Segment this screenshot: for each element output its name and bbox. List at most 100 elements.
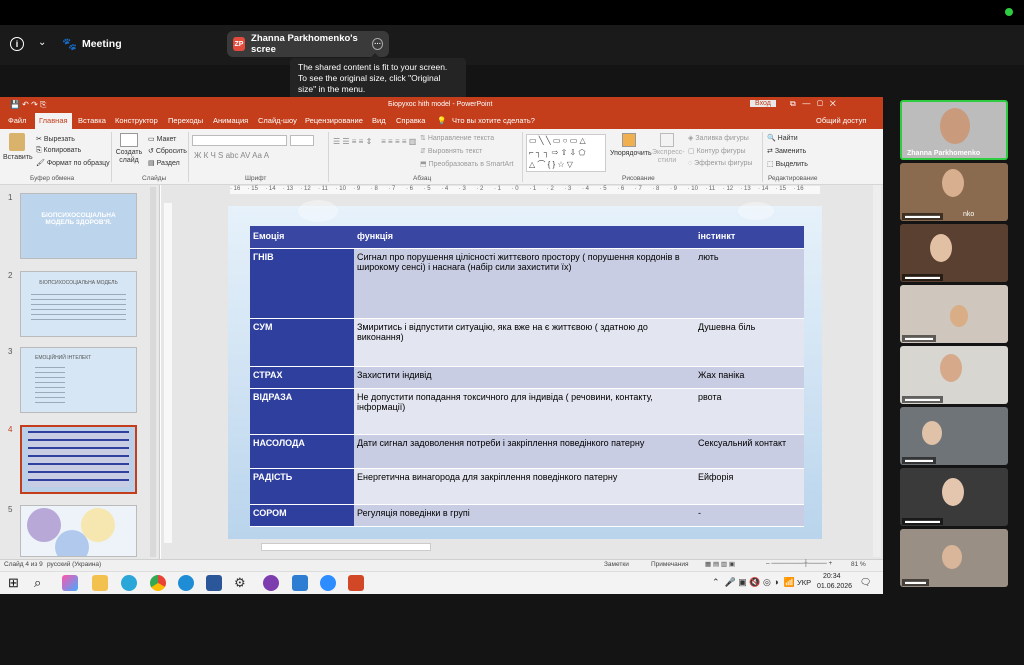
format-painter-button[interactable]: 🖌 Формат по образцу [36, 159, 110, 167]
video-tile[interactable]: ▬▬▬▬ [900, 407, 1008, 465]
tab-insert[interactable]: Вставка [78, 116, 106, 125]
water-drop [738, 202, 774, 220]
font-format-buttons[interactable]: Ж К Ч S abc AV Aa A [194, 151, 269, 160]
participant-name: ▬▬▬ [902, 579, 929, 586]
info-icon[interactable]: i [10, 37, 24, 51]
notifications-icon[interactable]: 🗨 [860, 577, 871, 588]
video-tile[interactable]: ▬▬▬▬▬ [900, 346, 1008, 404]
video-tile[interactable]: ▬▬▬▬ [900, 285, 1008, 343]
paste-button[interactable]: Вставить [3, 133, 33, 161]
section-button[interactable]: ▤ Раздел [148, 159, 180, 167]
clock-time[interactable]: 20:34 [823, 573, 841, 580]
canvas-scrollbar[interactable] [873, 185, 881, 557]
function-cell: Регуляція поведінки в групі [354, 504, 695, 527]
search-icon[interactable]: ⌕ [34, 575, 50, 591]
shape-outline-button[interactable]: ▢ Контур фигуры [688, 147, 746, 155]
cut-button[interactable]: ✂ Вырезать [36, 135, 75, 143]
emotion-cell: СУМ [250, 318, 354, 367]
slide-thumb-1[interactable]: БІОПСИХОСОЦІАЛЬНА МОДЕЛЬ ЗДОРОВ'Я. [20, 193, 137, 259]
zoom-level[interactable]: 81 % [851, 561, 866, 568]
tab-transitions[interactable]: Переходы [168, 116, 203, 125]
share-indicator[interactable]: ZP Zhanna Parkhomenko's scree ··· [227, 31, 389, 57]
file-explorer-icon[interactable] [92, 575, 108, 591]
horizontal-scrollbar[interactable] [261, 543, 431, 551]
more-icon[interactable]: ··· [372, 38, 383, 50]
paragraph-buttons[interactable]: ☰ ☰ ≡ ≡ ⇕ ≡ ≡ ≡ ≡ ▥ [333, 137, 416, 146]
quick-styles-icon [660, 133, 674, 147]
tab-file[interactable]: Файл [8, 116, 26, 125]
participant-name: ▬▬▬▬ [902, 335, 936, 342]
zoom-app-icon[interactable] [320, 575, 336, 591]
tab-help[interactable]: Справка [396, 116, 425, 125]
video-tile[interactable]: ▬▬▬▬▬ [900, 163, 1008, 221]
text-direction-button[interactable]: ⇅ Направление текста [420, 134, 494, 142]
shape-fill-button[interactable]: ◈ Заливка фигуры [688, 134, 749, 142]
slide-thumb-3[interactable]: ЕМОЦІЙНИЙ ІНТЕЛЕКТ [20, 347, 137, 413]
slide-thumb-4[interactable] [20, 425, 137, 494]
align-text-button[interactable]: ⇵ Выровнять текст [420, 147, 482, 155]
tab-animation[interactable]: Анимация [213, 116, 248, 125]
settings-icon[interactable]: ⚙ [234, 575, 250, 591]
video-tile[interactable]: ▬▬▬ [900, 529, 1008, 587]
font-size-box[interactable] [290, 135, 314, 146]
video-tile-active[interactable]: Zhanna Parkhomenko [900, 100, 1008, 160]
language-status[interactable]: русский (Украина) [47, 561, 101, 568]
video-tile[interactable]: ▬▬▬▬▬ [900, 224, 1008, 282]
select-button[interactable]: ⬚ Выделить [767, 160, 808, 168]
photos-icon[interactable] [292, 575, 308, 591]
tab-slideshow[interactable]: Слайд-шоу [258, 116, 297, 125]
meeting-button[interactable]: 🐾 Meeting [62, 37, 122, 51]
signin-button[interactable]: Вход [750, 100, 776, 107]
arrange-button[interactable]: Упорядочить [610, 133, 652, 157]
viber-icon[interactable] [263, 575, 279, 591]
keyboard-language[interactable]: УКР [797, 578, 811, 587]
ruler-tick: · 11 [318, 186, 328, 192]
tab-home[interactable]: Главная [35, 113, 72, 129]
tell-me-box[interactable]: Что вы хотите сделать? [452, 116, 535, 125]
edge-icon[interactable] [121, 575, 137, 591]
ruler-tick: · 12 [722, 186, 734, 192]
zoom-slider[interactable]: – ───────┼──── + [766, 560, 832, 567]
participant-name: ▬▬▬▬▬ [902, 518, 943, 525]
thumb-scrollbar[interactable] [150, 187, 156, 557]
slide-thumb-2[interactable]: БІОПСИХОСОЦІАЛЬНА МОДЕЛЬ [20, 271, 137, 337]
view-buttons[interactable]: ▦ ▤ ▥ ▣ [705, 560, 735, 568]
copilot-icon[interactable] [62, 575, 78, 591]
reset-button[interactable]: ↺ Сбросить [148, 147, 187, 155]
powerpoint-icon[interactable] [348, 575, 364, 591]
ruler-tick: · 0 [511, 186, 519, 192]
status-bar: Слайд 4 из 9 русский (Украина) Заметки П… [0, 559, 883, 571]
thumb-circle [27, 508, 61, 542]
quick-access-toolbar[interactable]: 💾 ↶ ↷ ⎘ [10, 100, 46, 110]
video-tile[interactable]: ▬▬▬▬▬ [900, 468, 1008, 526]
shapes-gallery[interactable]: ▭ ╲ ╲ ▭ ○ ▭ △ ⌐ ┐ ┐ ⇨ ⇧ ⇩ ⬠ △ ⌒ { } ☆ ▽ [526, 134, 606, 172]
slide-thumb-5[interactable] [20, 505, 137, 557]
comments-button[interactable]: Примечания [651, 561, 689, 568]
copy-label: Копировать [43, 147, 82, 154]
replace-button[interactable]: ⇄ Заменить [767, 147, 806, 155]
chrome-icon[interactable] [150, 575, 166, 591]
tab-review[interactable]: Рецензирование [305, 116, 363, 125]
quick-styles-button[interactable]: Экспресс-стили [652, 133, 685, 165]
new-slide-button[interactable]: Создать слайд [114, 133, 144, 165]
clock-date[interactable]: 01.06.2026 [817, 583, 852, 590]
share-button[interactable]: Общий доступ [816, 116, 866, 125]
edge-dev-icon[interactable] [178, 575, 194, 591]
layout-button[interactable]: ▭ Макет [148, 135, 176, 143]
word-icon[interactable] [206, 575, 222, 591]
title-bar: 💾 ↶ ↷ ⎘ Біорухос hith model - PowerPoint… [0, 97, 883, 113]
notes-button[interactable]: Заметки [604, 561, 629, 568]
copy-button[interactable]: ⎘ Копировать [36, 147, 81, 155]
smartart-button[interactable]: ⬒ Преобразовать в SmartArt [420, 160, 513, 168]
ruler-tick: · 3 [458, 186, 466, 192]
tab-design[interactable]: Конструктор [115, 116, 158, 125]
tab-view[interactable]: Вид [372, 116, 386, 125]
slide-counter: Слайд 4 из 9 [4, 561, 43, 568]
system-tray[interactable]: ⌃ 🎤 ▣ 🔇 ◎ ◑ 📶 [712, 577, 795, 588]
chevron-down-icon[interactable]: ⌄ [38, 37, 46, 48]
shape-effects-button[interactable]: ◌ Эффекты фигуры [688, 160, 752, 167]
find-button[interactable]: 🔍 Найти [767, 134, 798, 142]
window-controls[interactable]: ⧉ — ▢ ✕ [790, 99, 836, 109]
start-icon[interactable]: ⊞ [8, 575, 24, 591]
font-name-box[interactable] [192, 135, 287, 146]
